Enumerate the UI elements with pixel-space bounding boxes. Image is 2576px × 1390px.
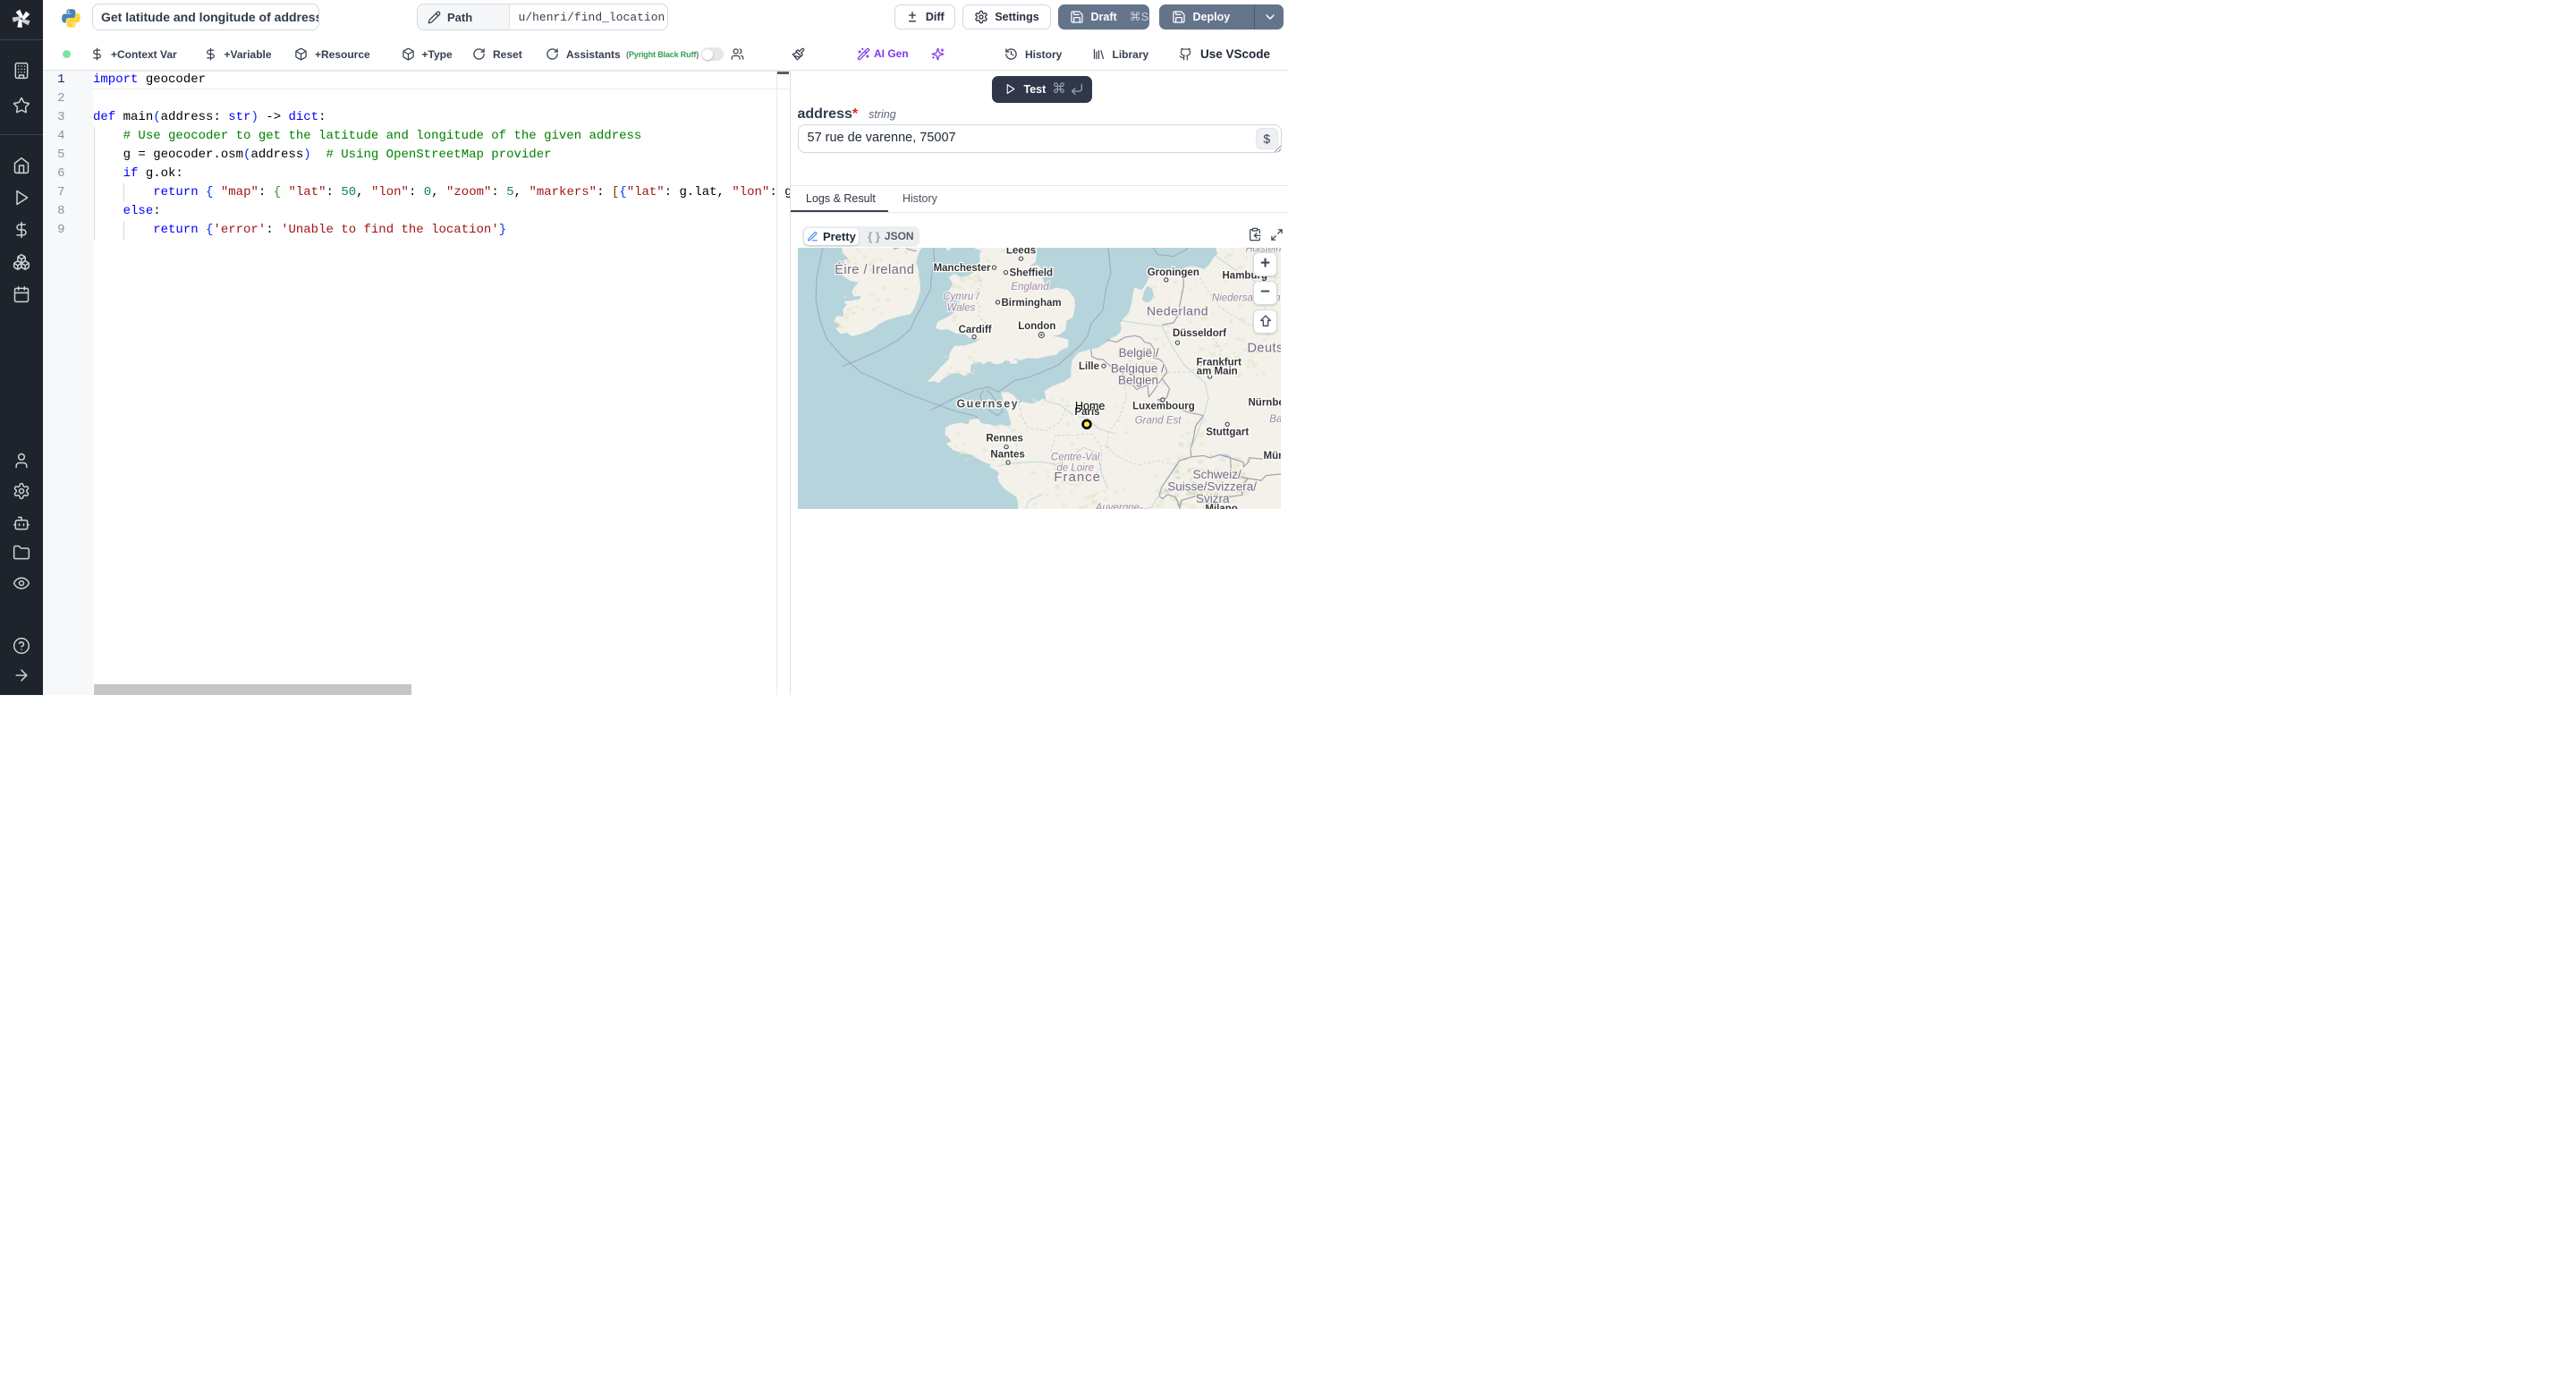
svg-text:Svizra: Svizra: [1196, 492, 1230, 505]
svg-text:München: München: [1263, 451, 1281, 462]
svg-text:London: London: [1018, 321, 1055, 332]
svg-text:Nürnberg: Nürnberg: [1248, 398, 1281, 409]
svg-text:Éire / Ireland: Éire / Ireland: [835, 263, 914, 278]
svg-text:Centre-Val: Centre-Val: [1050, 453, 1099, 463]
svg-text:Groningen: Groningen: [1147, 267, 1199, 278]
svg-text:France: France: [1054, 470, 1101, 485]
svg-text:Auvergne-: Auvergne-: [1094, 503, 1142, 509]
svg-text:België /: België /: [1118, 346, 1158, 360]
svg-text:Sheffield: Sheffield: [1009, 268, 1053, 279]
svg-text:Belgien: Belgien: [1117, 374, 1157, 387]
svg-text:Lille: Lille: [1078, 361, 1098, 372]
svg-text:Rennes: Rennes: [986, 434, 1023, 445]
svg-text:Cardiff: Cardiff: [958, 325, 991, 335]
svg-text:Grand Est: Grand Est: [1134, 416, 1182, 427]
svg-text:Bayern: Bayern: [1269, 414, 1281, 425]
svg-text:Nederland: Nederland: [1146, 304, 1208, 318]
svg-text:am Main: am Main: [1196, 367, 1237, 377]
svg-text:Düsseldorf: Düsseldorf: [1172, 328, 1225, 339]
svg-text:Nantes: Nantes: [990, 450, 1024, 461]
svg-text:Stuttgart: Stuttgart: [1206, 428, 1249, 438]
svg-text:Manchester: Manchester: [933, 263, 990, 274]
svg-text:Leeds: Leeds: [1005, 248, 1035, 257]
svg-text:Home: Home: [1075, 400, 1105, 412]
svg-text:England: England: [1011, 282, 1049, 292]
svg-text:Luxembourg: Luxembourg: [1132, 402, 1195, 412]
svg-text:Cymru /: Cymru /: [943, 292, 980, 302]
svg-text:Birmingham: Birmingham: [1001, 298, 1061, 309]
svg-text:Wales: Wales: [946, 303, 975, 314]
svg-text:Deutschland: Deutschland: [1247, 342, 1281, 356]
svg-text:Guernsey: Guernsey: [956, 398, 1019, 411]
